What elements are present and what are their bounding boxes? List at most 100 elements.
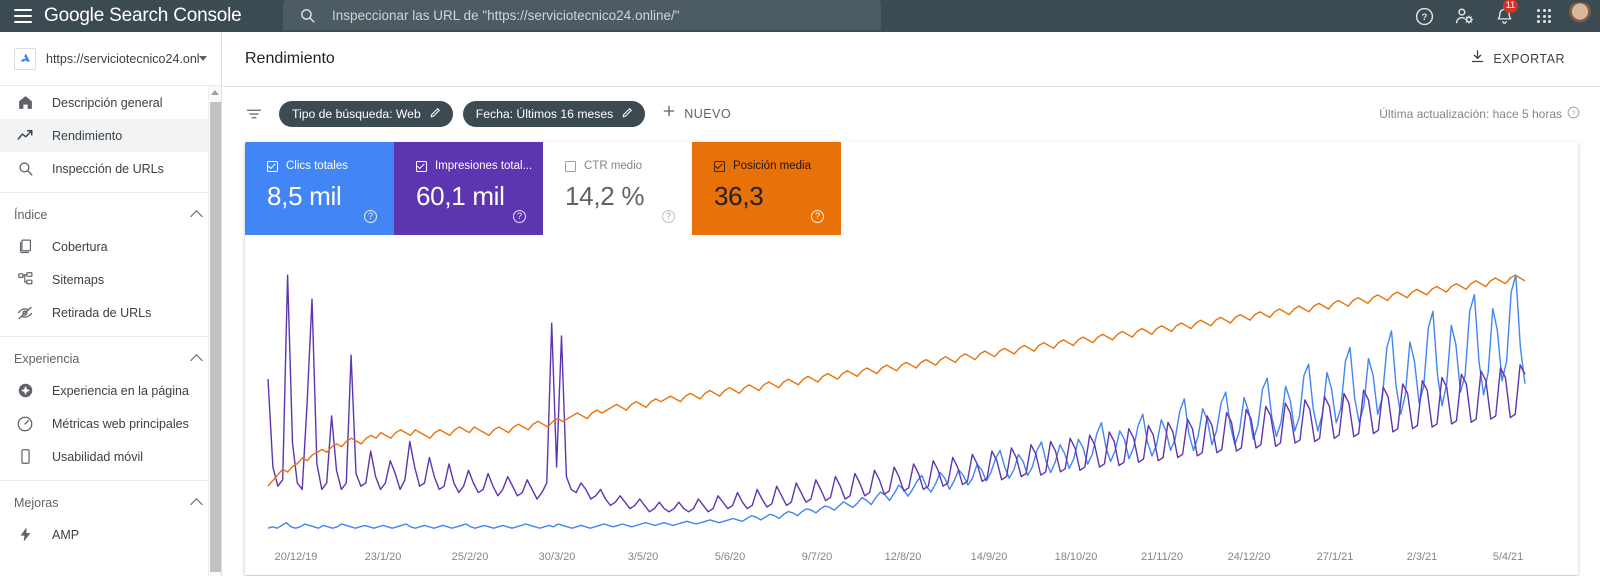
sidebar: https://serviciotecnico24.onli... Descri… xyxy=(0,32,222,576)
help-circle-icon[interactable]: ? xyxy=(662,210,675,223)
metric-card-average-ctr[interactable]: CTR medio 14,2 % ? xyxy=(543,142,692,235)
sidebar-item-url-removal[interactable]: Retirada de URLs xyxy=(0,296,221,329)
x-axis-tick-label: 23/1/20 xyxy=(364,551,402,563)
chevron-up-icon[interactable] xyxy=(190,354,203,367)
bolt-icon xyxy=(14,526,36,543)
sidebar-item-label: Métricas web principales xyxy=(52,416,189,431)
search-input[interactable] xyxy=(330,6,850,24)
checkbox-average-position[interactable] xyxy=(714,160,725,172)
sidebar-group-enhancements[interactable]: Mejoras xyxy=(0,488,221,518)
metrics-filler xyxy=(841,142,1578,235)
filter-bar: Tipo de búsqueda: Web Fecha: Últimos 16 … xyxy=(223,87,1600,140)
sidebar-item-amp[interactable]: AMP xyxy=(0,518,221,551)
metric-label: Posición media xyxy=(733,160,811,172)
chart-line-posición-media xyxy=(267,274,1526,487)
sidebar-group-label: Mejoras xyxy=(14,496,59,510)
x-axis-tick-label: 5/6/20 xyxy=(714,551,746,563)
sidebar-scrollbar[interactable] xyxy=(208,86,221,576)
x-axis-tick-label: 3/5/20 xyxy=(627,551,659,563)
scrollbar-thumb[interactable] xyxy=(210,102,221,572)
pages-icon xyxy=(14,238,36,255)
property-selector[interactable]: https://serviciotecnico24.onli... xyxy=(0,32,221,86)
performance-chart[interactable]: 20/12/19 23/1/20 25/2/20 30/3/20 3/5/20 5/6/2… xyxy=(245,235,1578,575)
user-settings-icon[interactable] xyxy=(1444,0,1484,32)
help-icon[interactable]: ? xyxy=(1404,0,1444,32)
pencil-icon[interactable] xyxy=(621,106,634,122)
home-icon xyxy=(14,94,36,111)
x-axis-tick-label: 9/7/20 xyxy=(801,551,833,563)
search-icon xyxy=(14,160,36,177)
page-title: Rendimiento xyxy=(245,50,335,67)
brand-google: Google xyxy=(44,5,105,26)
checkbox-average-ctr[interactable] xyxy=(565,160,576,172)
sidebar-item-url-inspection[interactable]: Inspección de URLs xyxy=(0,152,221,185)
checkbox-total-clicks[interactable] xyxy=(267,160,278,172)
chart-line-impresiones-totales xyxy=(267,274,1526,513)
chevron-up-icon[interactable] xyxy=(190,498,203,511)
chevron-down-icon[interactable] xyxy=(199,56,207,61)
metric-value: 8,5 mil xyxy=(267,181,342,211)
sidebar-item-overview[interactable]: Descripción general xyxy=(0,86,221,119)
checkbox-total-impressions[interactable] xyxy=(416,160,427,172)
last-update-text: Última actualización: hace 5 horas xyxy=(1379,106,1562,121)
chip-label: Tipo de búsqueda: Web xyxy=(292,106,421,121)
plus-icon xyxy=(661,103,677,124)
help-circle-icon[interactable]: ? xyxy=(364,210,377,223)
x-axis-tick-label: 25/2/20 xyxy=(451,551,489,563)
sidebar-group-experience[interactable]: Experiencia xyxy=(0,344,221,374)
new-filter-button[interactable]: NUEVO xyxy=(661,103,731,124)
scroll-up-arrow-icon[interactable] xyxy=(211,90,219,95)
pencil-icon[interactable] xyxy=(429,106,442,122)
sidebar-item-page-experience[interactable]: Experiencia en la página xyxy=(0,374,221,407)
avatar[interactable] xyxy=(1566,2,1594,30)
x-axis-tick-label: 27/1/21 xyxy=(1316,551,1354,563)
export-button[interactable]: EXPORTAR xyxy=(1459,42,1576,76)
sidebar-item-sitemaps[interactable]: Sitemaps xyxy=(0,263,221,296)
notifications-bell-icon[interactable]: 11 xyxy=(1484,0,1524,32)
download-icon xyxy=(1470,49,1485,69)
metric-header: Posición media xyxy=(714,160,840,172)
sidebar-group-label: Índice xyxy=(14,208,48,222)
filter-chip-date[interactable]: Fecha: Últimos 16 meses xyxy=(462,100,646,127)
sidebar-item-performance[interactable]: Rendimiento xyxy=(0,119,221,152)
sidebar-item-core-web-vitals[interactable]: Métricas web principales xyxy=(0,407,221,440)
metric-cards: Clics totales 8,5 mil ? Impresiones tota… xyxy=(245,142,1578,235)
property-label: https://serviciotecnico24.onli... xyxy=(46,51,199,66)
help-circle-icon[interactable]: ? xyxy=(513,210,526,223)
top-app-bar: Google Search Console ? 11 xyxy=(0,0,1600,32)
divider xyxy=(0,480,221,481)
search-icon xyxy=(299,7,316,24)
chart-x-axis: 20/12/19 23/1/20 25/2/20 30/3/20 3/5/20 5/6/2… xyxy=(245,551,1578,567)
apps-grid-icon[interactable] xyxy=(1524,0,1564,32)
metric-card-average-position[interactable]: Posición media 36,3 ? xyxy=(692,142,841,235)
divider xyxy=(0,336,221,337)
sidebar-item-label: Retirada de URLs xyxy=(52,305,152,320)
metric-card-total-clicks[interactable]: Clics totales 8,5 mil ? xyxy=(245,142,394,235)
page-header: Rendimiento EXPORTAR xyxy=(223,32,1600,87)
divider xyxy=(0,192,221,193)
sidebar-item-coverage[interactable]: Cobertura xyxy=(0,230,221,263)
metric-header: Impresiones total... xyxy=(416,160,542,172)
chevron-up-icon[interactable] xyxy=(190,210,203,223)
hamburger-icon[interactable] xyxy=(14,9,32,23)
sidebar-item-label: Inspección de URLs xyxy=(52,161,164,176)
sidebar-item-label: Rendimiento xyxy=(52,128,123,143)
metric-value: 14,2 % xyxy=(565,181,645,211)
page-experience-icon xyxy=(14,382,36,399)
top-bar-actions: ? 11 xyxy=(1404,0,1600,32)
sidebar-item-label: Cobertura xyxy=(52,239,108,254)
sidebar-item-label: Experiencia en la página xyxy=(52,383,189,398)
help-circle-icon[interactable]: ? xyxy=(1567,106,1580,122)
sidebar-group-index[interactable]: Índice xyxy=(0,200,221,230)
metric-label: Clics totales xyxy=(286,160,348,172)
trending-up-icon xyxy=(14,127,36,145)
help-circle-icon[interactable]: ? xyxy=(811,210,824,223)
url-inspection-searchbar[interactable] xyxy=(283,0,881,30)
svg-text:?: ? xyxy=(1421,12,1427,23)
filter-icon[interactable] xyxy=(245,105,263,123)
sidebar-item-mobile-usability[interactable]: Usabilidad móvil xyxy=(0,440,221,473)
filter-chip-search-type[interactable]: Tipo de búsqueda: Web xyxy=(279,100,453,127)
sidebar-item-label: Descripción general xyxy=(52,95,163,110)
speedometer-icon xyxy=(14,415,36,433)
metric-card-total-impressions[interactable]: Impresiones total... 60,1 mil ? xyxy=(394,142,543,235)
